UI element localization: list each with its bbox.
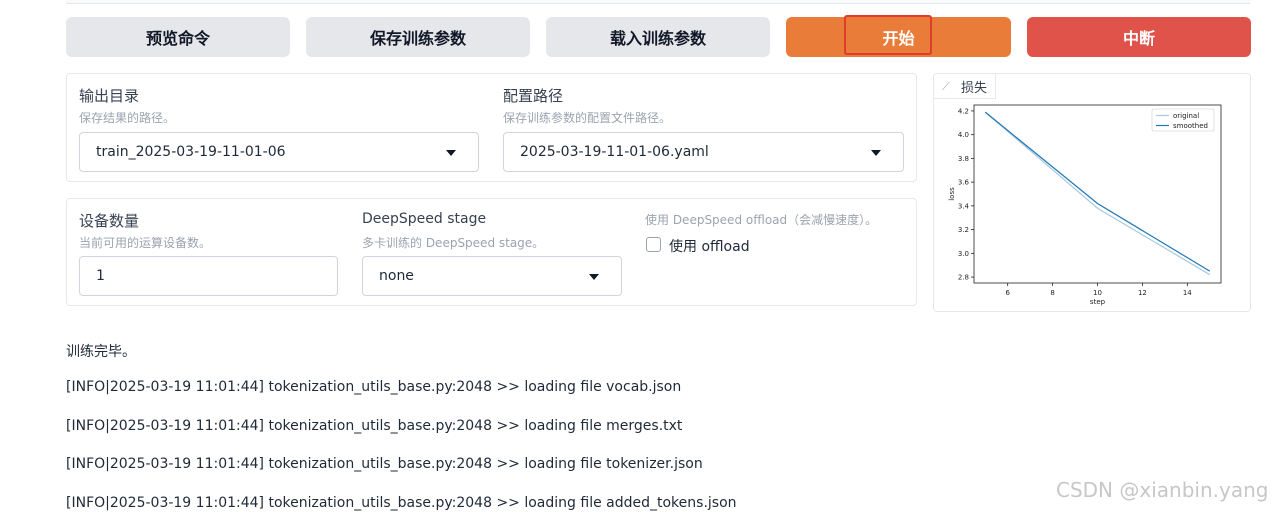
y-tick-label: 2.8 bbox=[958, 274, 969, 282]
x-tick-label: 6 bbox=[1005, 289, 1010, 297]
y-tick-label: 4.2 bbox=[958, 107, 969, 115]
legend-label-smoothed: smoothed bbox=[1173, 122, 1208, 130]
log-line: [INFO|2025-03-19 11:01:44] tokenization_… bbox=[66, 379, 682, 395]
x-tick-label: 10 bbox=[1093, 289, 1102, 297]
device-count-value: 1 bbox=[96, 268, 105, 284]
device-count-input[interactable]: 1 bbox=[79, 256, 338, 296]
output-dir-info: 保存结果的路径。 bbox=[79, 111, 176, 125]
config-path-dropdown[interactable]: 2025-03-19-11-01-06.yaml bbox=[503, 132, 904, 172]
x-tick-label: 14 bbox=[1183, 289, 1192, 297]
line-chart-icon: ⟋ bbox=[942, 79, 950, 93]
ds-offload-info: 使用 DeepSpeed offload（会减慢速度）。 bbox=[645, 213, 878, 227]
loss-plot-tab-label: 损失 bbox=[961, 80, 988, 96]
ds-offload-label[interactable]: 使用 offload bbox=[669, 236, 750, 256]
output-dir-value: train_2025-03-19-11-01-06 bbox=[96, 144, 286, 160]
ds-stage-label: DeepSpeed stage bbox=[362, 211, 487, 227]
load-args-button[interactable]: 载入训练参数 bbox=[546, 17, 770, 57]
watermark: CSDN @xianbin.yang bbox=[1056, 478, 1269, 502]
log-line: [INFO|2025-03-19 11:01:44] tokenization_… bbox=[66, 495, 737, 511]
output-dir-label: 输出目录 bbox=[79, 87, 140, 105]
save-args-button[interactable]: 保存训练参数 bbox=[306, 17, 530, 57]
chevron-down-icon bbox=[871, 150, 881, 156]
y-axis-label: loss bbox=[948, 187, 956, 201]
x-tick-label: 12 bbox=[1138, 289, 1147, 297]
ds-offload-checkbox[interactable] bbox=[646, 237, 661, 252]
legend-label-original: original bbox=[1173, 112, 1199, 120]
preview-command-button[interactable]: 预览命令 bbox=[66, 17, 290, 57]
log-line: [INFO|2025-03-19 11:01:44] tokenization_… bbox=[66, 418, 683, 434]
top-divider bbox=[66, 0, 1250, 4]
train-status-text: 训练完毕。 bbox=[66, 344, 136, 360]
x-axis-label: step bbox=[1090, 298, 1106, 306]
abort-button[interactable]: 中断 bbox=[1027, 17, 1251, 57]
log-line: [INFO|2025-03-19 11:01:44] tokenization_… bbox=[66, 456, 703, 472]
ds-stage-value: none bbox=[379, 268, 414, 284]
y-tick-label: 3.0 bbox=[958, 250, 969, 258]
x-tick-label: 8 bbox=[1050, 289, 1054, 297]
device-count-label: 设备数量 bbox=[79, 212, 140, 230]
start-button[interactable]: 开始 bbox=[786, 17, 1011, 57]
output-panel: 输出目录 保存结果的路径。 train_2025-03-19-11-01-06 … bbox=[66, 73, 917, 182]
y-tick-label: 4.0 bbox=[958, 131, 969, 139]
config-path-label: 配置路径 bbox=[503, 87, 564, 105]
config-path-info: 保存训练参数的配置文件路径。 bbox=[503, 111, 672, 125]
y-tick-label: 3.4 bbox=[958, 202, 970, 210]
y-tick-label: 3.8 bbox=[958, 155, 969, 163]
chevron-down-icon bbox=[589, 274, 599, 280]
ds-stage-info: 多卡训练的 DeepSpeed stage。 bbox=[362, 236, 545, 250]
loss-plot-panel: ⟋ 损失 6 8 10 12 14 2.8 3.0 3.2 3.4 3.6 3.8 4.0 4.2 ste… bbox=[933, 73, 1251, 312]
device-count-info: 当前可用的运算设备数。 bbox=[79, 236, 212, 250]
chevron-down-icon bbox=[446, 150, 456, 156]
loss-chart: 6 8 10 12 14 2.8 3.0 3.2 3.4 3.6 3.8 4.0 4.2 step loss… bbox=[948, 104, 1222, 306]
config-path-value: 2025-03-19-11-01-06.yaml bbox=[520, 144, 709, 160]
ds-stage-dropdown[interactable]: none bbox=[362, 256, 622, 296]
plot-area bbox=[973, 104, 1222, 284]
y-tick-label: 3.6 bbox=[958, 179, 970, 187]
device-panel: 设备数量 当前可用的运算设备数。 1 DeepSpeed stage 多卡训练的… bbox=[66, 198, 917, 306]
output-dir-dropdown[interactable]: train_2025-03-19-11-01-06 bbox=[79, 132, 479, 172]
loss-plot-tab[interactable]: ⟋ 损失 bbox=[934, 74, 997, 99]
y-tick-label: 3.2 bbox=[958, 226, 969, 234]
